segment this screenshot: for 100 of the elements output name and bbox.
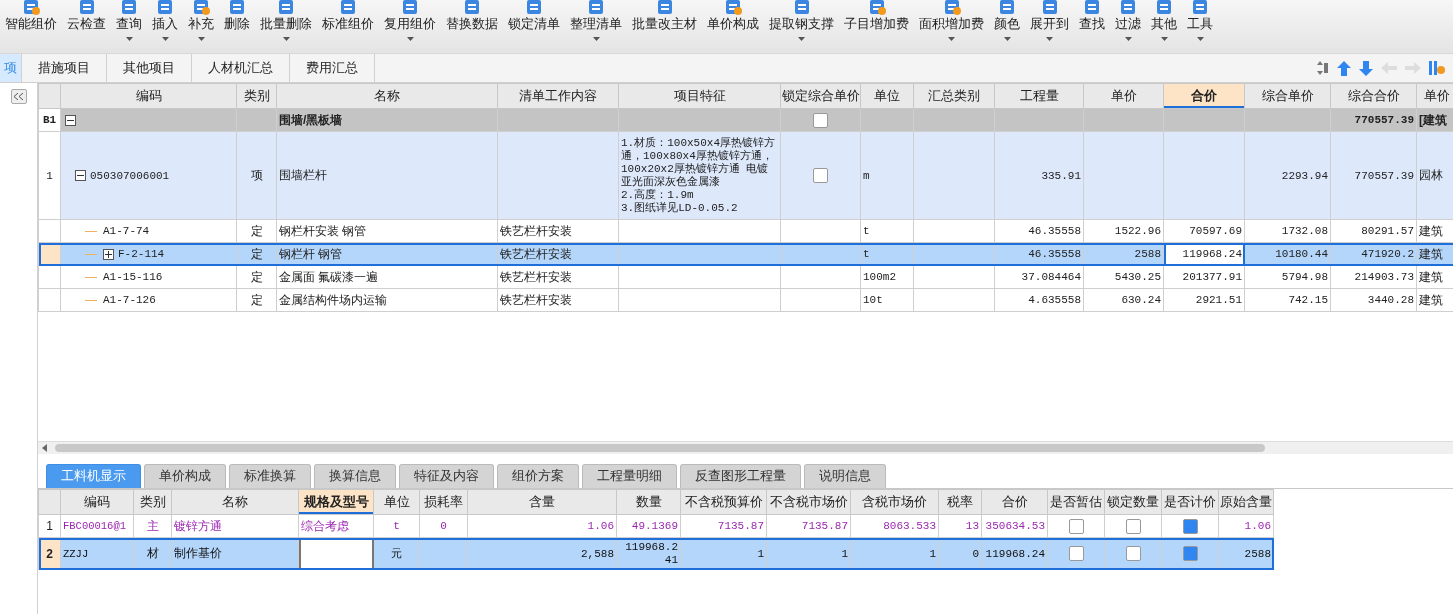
collapse-button[interactable]: [10, 89, 27, 104]
column-header[interactable]: 名称: [276, 83, 498, 109]
column-header[interactable]: 锁定数量: [1104, 489, 1162, 515]
toolbar-button[interactable]: 插入: [150, 0, 180, 52]
toolbar-button[interactable]: 智能组价: [3, 0, 59, 52]
table-cell: 钢栏杆 钢管: [276, 242, 498, 266]
toolbar-button[interactable]: 面积增加费: [917, 0, 986, 52]
column-header[interactable]: 单位: [373, 489, 420, 515]
tab[interactable]: 反查图形工程量: [680, 464, 801, 488]
arrow-up-icon[interactable]: [1337, 60, 1351, 76]
table-row[interactable]: 1 FBC00016@1 主 镀锌方通 综合考虑 t 0 1.06 49.1369 7135.87 7135.87 8063.533 13 350634.53 1.06: [38, 514, 1274, 538]
tab[interactable]: 单价构成: [144, 464, 226, 488]
checkbox[interactable]: [813, 112, 828, 128]
code-text: F-2-114: [118, 248, 165, 260]
column-header[interactable]: 工程量: [994, 83, 1084, 109]
toolbar-button[interactable]: 展开到: [1028, 0, 1071, 52]
column-settings-icon[interactable]: [1429, 60, 1445, 76]
column-header[interactable]: 税率: [938, 489, 982, 515]
scroll-left-icon[interactable]: [42, 444, 47, 452]
horizontal-scrollbar[interactable]: [38, 441, 1453, 454]
list-icon: [155, 0, 175, 16]
column-header[interactable]: 数量: [616, 489, 681, 515]
tab[interactable]: 换算信息: [314, 464, 396, 488]
checkbox[interactable]: [1125, 518, 1141, 534]
toolbar-button[interactable]: 颜色: [992, 0, 1022, 52]
column-header[interactable]: 项目特征: [618, 83, 781, 109]
checkbox[interactable]: [1182, 518, 1198, 534]
arrow-down-icon[interactable]: [1359, 60, 1373, 76]
toolbar-button[interactable]: 提取钢支撑: [767, 0, 836, 52]
column-header[interactable]: 不含税预算价: [680, 489, 767, 515]
column-header[interactable]: 是否计价: [1161, 489, 1219, 515]
column-header[interactable]: 名称: [171, 489, 299, 515]
column-header[interactable]: 是否暂估: [1047, 489, 1105, 515]
tab[interactable]: 标准换算: [229, 464, 311, 488]
column-header[interactable]: 含税市场价: [850, 489, 939, 515]
column-header[interactable]: 类别: [236, 83, 277, 109]
tab[interactable]: 说明信息: [804, 464, 886, 488]
tab[interactable]: 工程量明细: [582, 464, 677, 488]
checkbox[interactable]: [813, 168, 828, 184]
tab[interactable]: 措施项目: [22, 54, 107, 82]
column-header[interactable]: 合价: [1163, 83, 1245, 109]
toolbar-button[interactable]: 其他: [1149, 0, 1179, 52]
scrollbar-thumb[interactable]: [55, 444, 1265, 452]
table-cell: 金属面 氟碳漆一遍: [276, 265, 498, 289]
column-header[interactable]: 清单工作内容: [497, 83, 619, 109]
sort-icon[interactable]: [1317, 61, 1329, 75]
column-header[interactable]: 规格及型号: [298, 489, 374, 515]
column-header[interactable]: 单价: [1416, 83, 1453, 109]
collapse-icon[interactable]: [65, 114, 76, 126]
table-row[interactable]: F-2-114 定 钢栏杆 钢管 铁艺栏杆安装 t 46.35558 2588 119968.24 10180.44 471920.2 建筑: [38, 242, 1453, 266]
tab[interactable]: 组价方案: [497, 464, 579, 488]
column-header[interactable]: 汇总类别: [913, 83, 995, 109]
checkbox[interactable]: [1182, 546, 1198, 562]
toolbar-button[interactable]: 过滤: [1113, 0, 1143, 52]
table-row[interactable]: 1 050307006001 项 围墙栏杆 1.材质：100x50x4厚热镀锌方通，100x80x4厚热镀锌方通，100x20x2厚热镀锌方通 电镀亚光面深灰色金属漆 2.高度：1.9m 3.图纸详见LD-0.05.2 m 335.91 2293.94 770557.39 园林: [38, 131, 1453, 220]
table-cell: 项: [236, 131, 277, 220]
table-row[interactable]: B1 围墙/黑板墙 770557.39 [建筑: [38, 108, 1453, 132]
toolbar-button[interactable]: 锁定清单: [506, 0, 562, 52]
toolbar-button[interactable]: 子目增加费: [842, 0, 911, 52]
toolbar-button[interactable]: 云检查: [65, 0, 108, 52]
collapse-icon[interactable]: [75, 170, 86, 182]
toolbar-button[interactable]: 查找: [1077, 0, 1107, 52]
column-header[interactable]: 综合合价: [1330, 83, 1417, 109]
toolbar-button[interactable]: 标准组价: [320, 0, 376, 52]
table-cell: 1.材质：100x50x4厚热镀锌方通，100x80x4厚热镀锌方通，100x20x2厚热镀锌方通 电镀亚光面深灰色金属漆 2.高度：1.9m 3.图纸详见LD-0.05.2: [618, 131, 781, 220]
toolbar-button[interactable]: 整理清单: [568, 0, 624, 52]
column-header[interactable]: 锁定综合单价: [780, 83, 861, 109]
table-row[interactable]: A1-7-74 定 钢栏杆安装 钢管 铁艺栏杆安装 t 46.35558 1522.96 70597.69 1732.08 80291.57 建筑: [38, 219, 1453, 243]
column-header[interactable]: 损耗率: [419, 489, 468, 515]
toolbar-button[interactable]: 替换数据: [444, 0, 500, 52]
expand-icon[interactable]: [103, 248, 114, 260]
column-header[interactable]: 编码: [60, 489, 134, 515]
toolbar-button[interactable]: 批量删除: [258, 0, 314, 52]
tab[interactable]: 其他项目: [107, 54, 192, 82]
column-header[interactable]: 综合单价: [1244, 83, 1331, 109]
column-header[interactable]: 类别: [133, 489, 172, 515]
checkbox[interactable]: [1125, 546, 1141, 562]
table-row[interactable]: A1-15-116 定 金属面 氟碳漆一遍 铁艺栏杆安装 100m2 37.084464 5430.25 201377.91 5794.98 214903.73 建筑: [38, 265, 1453, 289]
checkbox[interactable]: [1068, 518, 1084, 534]
toolbar-button[interactable]: 批量改主材: [630, 0, 699, 52]
toolbar-button[interactable]: 工具: [1185, 0, 1215, 52]
column-header[interactable]: 原始含量: [1218, 489, 1274, 515]
table-cell: 2588: [1218, 537, 1274, 570]
tab[interactable]: 特征及内容: [399, 464, 494, 488]
toolbar-button[interactable]: 单价构成: [705, 0, 761, 52]
tab[interactable]: 人材机汇总: [192, 54, 290, 82]
column-header[interactable]: 单价: [1083, 83, 1164, 109]
column-header[interactable]: 合价: [981, 489, 1048, 515]
toolbar-button[interactable]: 补充: [186, 0, 216, 52]
checkbox[interactable]: [1068, 546, 1084, 562]
table-row[interactable]: A1-7-126 定 金属结构件场内运输 铁艺栏杆安装 10t 4.635558 630.24 2921.51 742.15 3440.28 建筑: [38, 288, 1453, 312]
toolbar-button[interactable]: 复用组价: [382, 0, 438, 52]
column-header[interactable]: 单位: [860, 83, 914, 109]
column-header[interactable]: 编码: [60, 83, 237, 109]
column-header[interactable]: 不含税市场价: [766, 489, 851, 515]
column-header[interactable]: 含量: [467, 489, 617, 515]
toolbar-button[interactable]: 查询: [114, 0, 144, 52]
table-row[interactable]: 2 ZZJJ 材 制作基价 元 2,588 119968.241 1 1 1 0 119968.24 2588: [38, 537, 1274, 570]
tab[interactable]: 费用汇总: [290, 54, 375, 82]
toolbar-button[interactable]: 删除: [222, 0, 252, 52]
